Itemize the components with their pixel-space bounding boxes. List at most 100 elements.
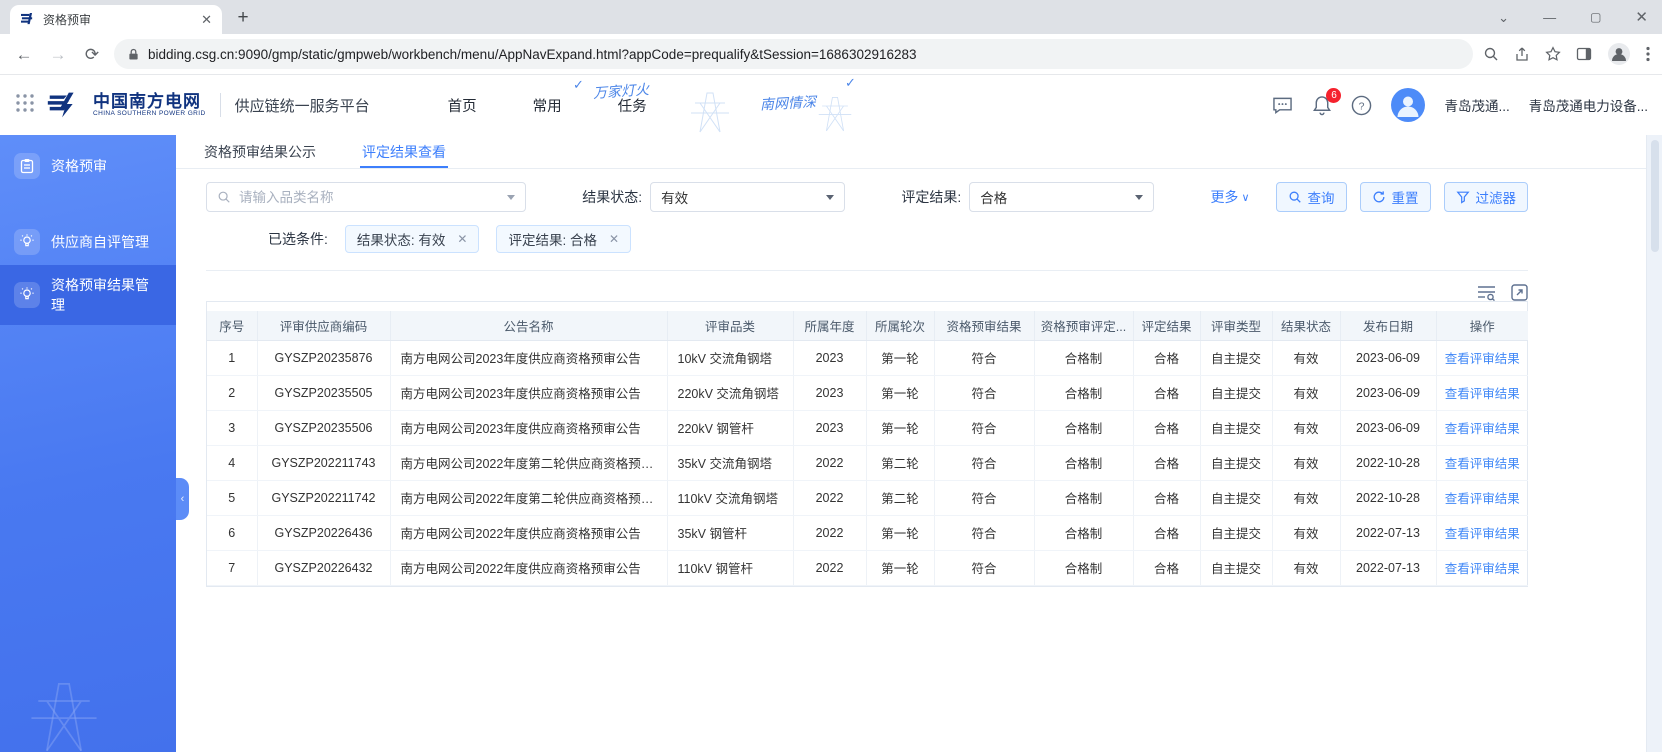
cell: 2022-07-13 (1340, 550, 1437, 586)
result-status-select[interactable]: 有效 (650, 182, 846, 212)
category-search-input[interactable] (239, 189, 499, 205)
cell: 220kV 钢管杆 (667, 410, 794, 446)
chip-remove-icon[interactable]: ✕ (609, 232, 619, 246)
app-launcher-icon[interactable] (14, 92, 36, 119)
browser-tab[interactable]: 资格预审 ✕ (10, 5, 222, 34)
browser-menu-icon[interactable] (1646, 46, 1650, 62)
message-icon[interactable] (1272, 96, 1293, 115)
tab-close-icon[interactable]: ✕ (201, 12, 212, 28)
more-filters-link[interactable]: 更多 ∨ (1210, 187, 1249, 207)
app-body: 资格预审供应商自评管理资格预审结果管理 ‹ 资格预审结果公示 评定结果查看 结果状… (0, 135, 1662, 752)
sidebar: 资格预审供应商自评管理 资格预审结果管理 (0, 135, 176, 752)
cell: 2 (207, 375, 258, 411)
cell: 合格制 (1034, 375, 1134, 411)
cell: GYSZP20235505 (257, 375, 391, 411)
help-icon[interactable]: ? (1351, 95, 1372, 116)
table-row: 1 GYSZP20235876 南方电网公司2023年度供应商资格预审公告 10kV … (207, 340, 1528, 376)
user-avatar[interactable] (1391, 88, 1426, 122)
forward-button[interactable]: → (46, 46, 70, 63)
cell: 1 (207, 340, 258, 376)
side-panel-icon[interactable] (1576, 46, 1592, 62)
window-controls: ⌄ — ▢ ✕ (1498, 0, 1648, 34)
cell: 自主提交 (1200, 340, 1273, 376)
view-review-result-link[interactable]: 查看评审结果 (1445, 527, 1520, 541)
table-tools (206, 284, 1528, 301)
sidebar-collapse-handle[interactable]: ‹ (176, 478, 189, 520)
zoom-icon[interactable] (1483, 46, 1499, 62)
chevron-down-icon (507, 194, 515, 200)
cell: 2022-10-28 (1340, 480, 1437, 516)
refresh-button[interactable]: ⟳ (80, 46, 104, 63)
scrollbar-thumb[interactable] (1650, 140, 1659, 252)
scrollbar-track[interactable] (1646, 135, 1662, 752)
url-text: bidding.csg.cn:9090/gmp/static/gmpweb/wo… (148, 46, 917, 62)
filter-button[interactable]: 过滤器 (1443, 182, 1528, 212)
brand-name: 中国南方电网 (93, 91, 201, 111)
address-bar[interactable]: bidding.csg.cn:9090/gmp/static/gmpweb/wo… (114, 39, 1473, 69)
cell: 4 (207, 445, 258, 481)
view-review-result-link[interactable]: 查看评审结果 (1445, 352, 1520, 366)
bookmark-star-icon[interactable] (1545, 46, 1561, 62)
table-row: 3 GYSZP20235506 南方电网公司2023年度供应商资格预审公告 220kV… (207, 410, 1528, 446)
sidebar-item-1[interactable]: 资格预审 (0, 143, 176, 189)
header-nav-item-1[interactable]: 首页 (448, 95, 477, 116)
tab-2[interactable]: 评定结果查看 (360, 135, 448, 168)
header-nav-item-3[interactable]: 任务 (618, 95, 647, 116)
tab-1[interactable]: 资格预审结果公示 (204, 135, 316, 168)
search-icon (1289, 191, 1301, 203)
header-nav-item-2[interactable]: 常用 (533, 95, 562, 116)
window-close-icon[interactable]: ✕ (1635, 10, 1648, 25)
view-review-result-link[interactable]: 查看评审结果 (1445, 562, 1520, 576)
view-review-result-link[interactable]: 查看评审结果 (1445, 457, 1520, 471)
column-settings-icon[interactable] (1477, 284, 1496, 301)
company-name[interactable]: 青岛茂通电力设备... (1529, 95, 1648, 115)
sidebar-item-2[interactable]: 供应商自评管理 (0, 219, 176, 265)
pylon-sketch-icon (691, 92, 729, 133)
cell: 符合 (934, 550, 1035, 586)
cell: 南方电网公司2022年度供应商资格预审公告 (390, 550, 668, 586)
category-search-select[interactable] (206, 182, 526, 212)
cell: 有效 (1272, 515, 1341, 551)
evaluation-result-select[interactable]: 合格 (969, 182, 1155, 212)
column-header-11: 结果状态 (1272, 311, 1341, 341)
cell: 2023-06-09 (1340, 375, 1437, 411)
cell: 南方电网公司2022年度第二轮供应商资格预审公... (390, 445, 668, 481)
reset-button[interactable]: 重置 (1359, 182, 1431, 212)
window-maximize-icon[interactable]: ▢ (1590, 11, 1601, 23)
browser-toolbar: ← → ⟳ bidding.csg.cn:9090/gmp/static/gmp… (0, 34, 1662, 75)
browser-chevron-icon[interactable]: ⌄ (1498, 11, 1509, 24)
result-status-label: 结果状态: (582, 189, 643, 205)
notification-bell-icon[interactable]: 6 (1312, 87, 1342, 116)
column-header-6: 所属轮次 (866, 311, 935, 341)
cell-action: 查看评审结果 (1436, 340, 1528, 376)
cell: 合格 (1133, 340, 1201, 376)
selected-conditions-label: 已选条件: (268, 231, 328, 247)
chip-remove-icon[interactable]: ✕ (457, 232, 467, 246)
view-review-result-link[interactable]: 查看评审结果 (1445, 387, 1520, 401)
profile-avatar-icon[interactable] (1607, 42, 1631, 66)
cell: 第一轮 (866, 375, 935, 411)
fullscreen-icon[interactable] (1511, 284, 1528, 301)
view-review-result-link[interactable]: 查看评审结果 (1445, 492, 1520, 506)
cell: 合格 (1133, 480, 1201, 516)
browser-tab-strip: 资格预审 ✕ + ⌄ — ▢ ✕ (0, 0, 1662, 34)
share-icon[interactable] (1514, 46, 1530, 62)
sidebar-item-3[interactable]: 资格预审结果管理 (0, 265, 176, 325)
cell: 2023-06-09 (1340, 410, 1437, 446)
cell: 自主提交 (1200, 480, 1273, 516)
table-row: 2 GYSZP20235505 南方电网公司2023年度供应商资格预审公告 220kV… (207, 375, 1528, 411)
user-name[interactable]: 青岛茂通... (1444, 95, 1509, 115)
cell: 35kV 交流角钢塔 (667, 445, 794, 481)
cell-action: 查看评审结果 (1436, 410, 1528, 446)
pylon-sketch-icon (818, 97, 852, 132)
cell: 自主提交 (1200, 445, 1273, 481)
view-review-result-link[interactable]: 查看评审结果 (1445, 422, 1520, 436)
query-button[interactable]: 查询 (1275, 182, 1347, 212)
back-button[interactable]: ← (12, 46, 36, 63)
window-minimize-icon[interactable]: — (1543, 11, 1556, 24)
site-favicon-icon (21, 13, 33, 25)
cell: 南方电网公司2022年度第二轮供应商资格预审公... (390, 480, 668, 516)
clipboard-icon (14, 153, 40, 179)
cell: 2022 (793, 515, 867, 551)
new-tab-button[interactable]: + (230, 5, 256, 31)
